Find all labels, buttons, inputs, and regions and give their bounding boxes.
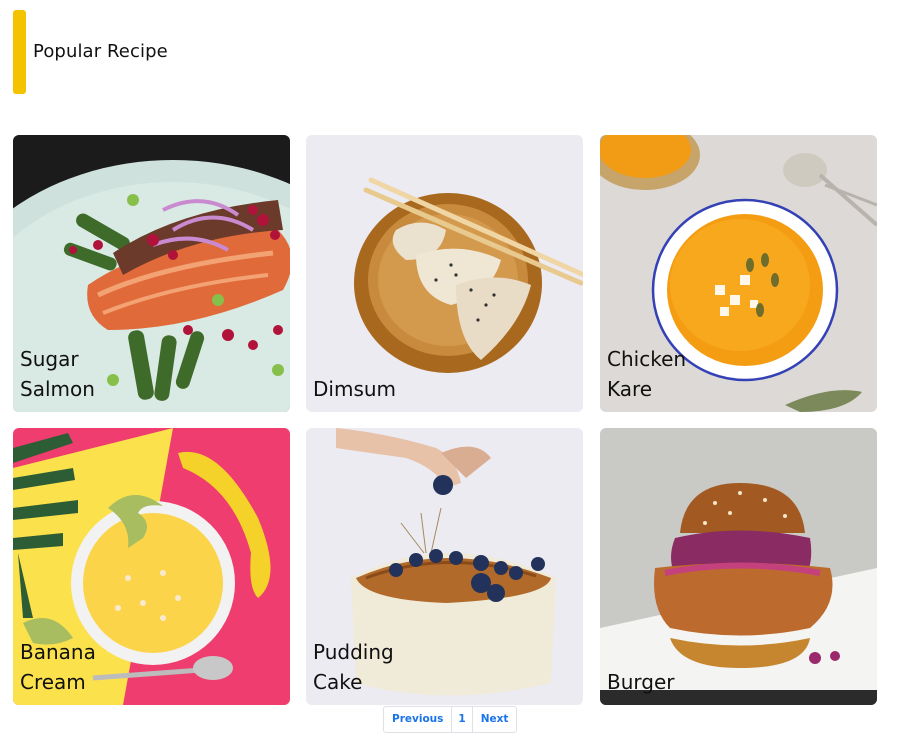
- recipe-name: Banana Cream: [20, 640, 96, 694]
- recipe-name: Chicken Kare: [607, 347, 687, 401]
- recipe-card-sugar-salmon[interactable]: Sugar Salmon: [13, 135, 290, 412]
- recipe-card-pudding-cake[interactable]: Pudding Cake: [306, 428, 583, 705]
- recipe-card-dimsum[interactable]: Dimsum: [306, 135, 583, 412]
- recipe-name: Sugar Salmon: [20, 347, 95, 401]
- chicken-burger-image: [600, 428, 877, 705]
- next-page-button[interactable]: Next: [473, 707, 517, 732]
- recipe-name: Dimsum: [313, 377, 397, 401]
- previous-page-button[interactable]: Previous: [384, 707, 453, 732]
- dumplings-plate-image: [306, 135, 583, 412]
- recipe-name: Burger: [607, 670, 675, 694]
- recipe-name: Pudding Cake: [313, 640, 394, 694]
- pagination: Previous 1 Next: [383, 706, 518, 733]
- header-accent-bar: [13, 10, 26, 94]
- page-title: Popular Recipe: [33, 41, 168, 62]
- recipe-card-burger[interactable]: Burger: [600, 428, 877, 705]
- recipe-card-chicken-kare[interactable]: Chicken Kare: [600, 135, 877, 412]
- page-1-button[interactable]: 1: [452, 707, 473, 732]
- recipe-card-banana-cream[interactable]: Banana Cream: [13, 428, 290, 705]
